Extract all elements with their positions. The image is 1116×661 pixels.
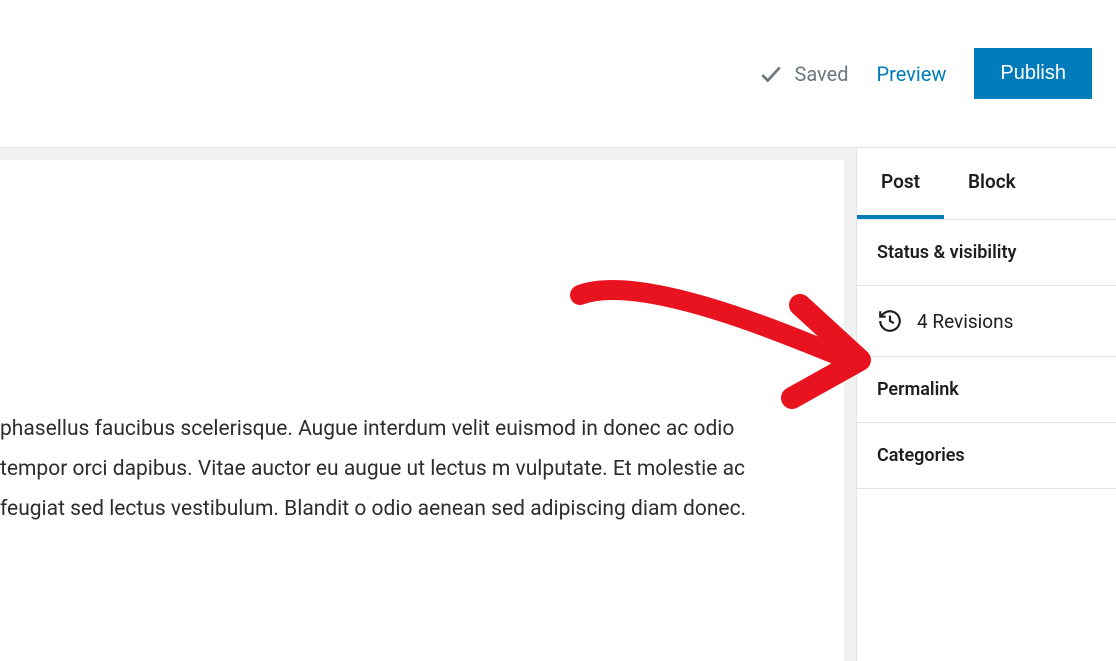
- panel-revisions[interactable]: 4 Revisions: [857, 286, 1116, 357]
- revisions-label: 4 Revisions: [917, 310, 1013, 333]
- sidebar-tabs: Post Block: [857, 148, 1116, 220]
- panel-permalink[interactable]: Permalink: [857, 357, 1116, 423]
- settings-sidebar: Post Block Status & visibility 4 Revisio…: [856, 148, 1116, 661]
- content-area: phasellus faucibus scelerisque. Augue in…: [0, 148, 1116, 661]
- editor-top-bar: Saved Preview Publish: [0, 0, 1116, 148]
- tab-block[interactable]: Block: [944, 148, 1040, 219]
- panel-categories[interactable]: Categories: [857, 423, 1116, 489]
- editor-body[interactable]: phasellus faucibus scelerisque. Augue in…: [0, 160, 844, 661]
- saved-label: Saved: [794, 62, 848, 86]
- check-icon: [758, 61, 784, 87]
- tab-post[interactable]: Post: [857, 148, 944, 219]
- history-icon: [877, 308, 903, 334]
- publish-button[interactable]: Publish: [974, 48, 1092, 99]
- panel-status-visibility[interactable]: Status & visibility: [857, 220, 1116, 286]
- preview-button[interactable]: Preview: [877, 62, 947, 86]
- post-content-text: phasellus faucibus scelerisque. Augue in…: [0, 417, 746, 521]
- saved-status: Saved: [758, 61, 848, 87]
- editor-pane: phasellus faucibus scelerisque. Augue in…: [0, 148, 856, 661]
